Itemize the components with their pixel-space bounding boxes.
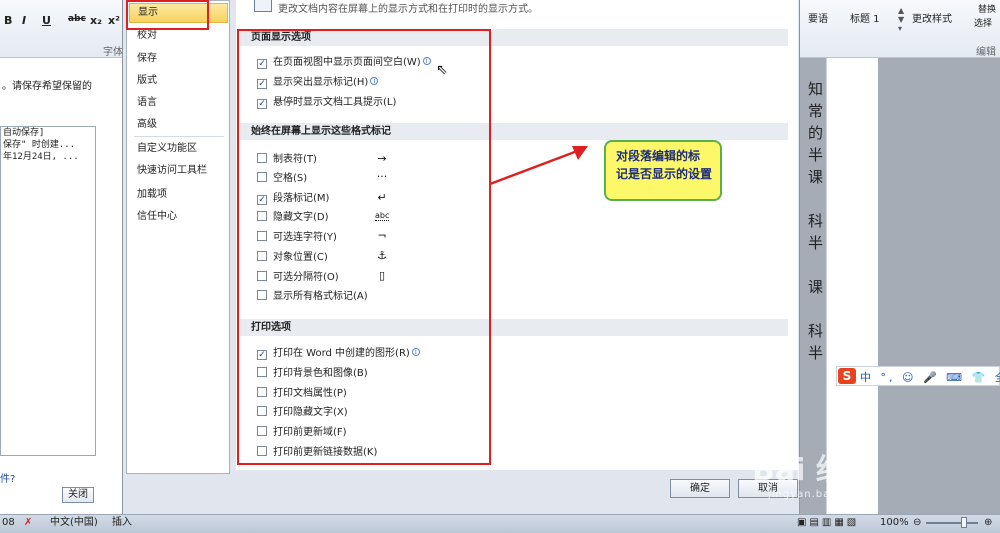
display-page-icon [254, 0, 272, 12]
view-buttons[interactable]: ▣▤▥▦▧ [797, 516, 859, 530]
proofing-icon[interactable]: ✗ [24, 516, 32, 530]
underline-button[interactable]: U [42, 14, 51, 27]
document-line: 半 [808, 234, 824, 252]
list-item[interactable]: 年12月24日, ... [1, 151, 95, 163]
highlight-box-display [126, 0, 209, 30]
bold-button[interactable]: B [4, 14, 12, 27]
status-language[interactable]: 中文(中国) [50, 516, 98, 530]
ribbon-styles-group: 要语 标题 1 ▲ ▼ ▾ 更改样式 替换 选择 编辑 [800, 0, 1000, 58]
callout-line: 对段落编辑的标 [616, 149, 701, 163]
close-button[interactable]: 关闭 [62, 487, 94, 503]
document-line: 课 [808, 278, 824, 296]
annotation-callout: 对段落编辑的标 记是否显示的设置 [604, 140, 722, 201]
status-page-number[interactable]: 08 [2, 516, 15, 530]
nav-item-trust-center[interactable]: 信任中心 [137, 209, 177, 225]
change-styles-button[interactable]: 更改样式 [912, 10, 952, 25]
document-text[interactable]: 知 常 的 半 课 科 半 课 科 半 [808, 78, 838, 364]
nav-item-proofing[interactable]: 校对 [137, 28, 157, 44]
status-insert-mode[interactable]: 插入 [112, 516, 132, 530]
nav-item-customize-ribbon[interactable]: 自定义功能区 [137, 141, 197, 157]
autosave-file-list[interactable]: 自动保存] 保存" 时创建... 年12月24日, ... [0, 126, 96, 456]
document-line: 科 [808, 322, 824, 340]
nav-separator [134, 136, 224, 137]
list-item[interactable]: 保存" 时创建... [1, 139, 95, 151]
annotation-arrow [489, 146, 588, 186]
ok-button[interactable]: 确定 [670, 479, 730, 498]
help-link[interactable]: 件? [0, 470, 15, 485]
sogou-logo-icon[interactable]: S [838, 368, 856, 384]
watermark-url: jingyan.baidu.com [768, 489, 878, 500]
nav-item-language[interactable]: 语言 [137, 95, 157, 111]
nav-item-save[interactable]: 保存 [137, 51, 157, 67]
nav-item-addins[interactable]: 加载项 [137, 187, 167, 203]
select-button[interactable]: 选择 [974, 16, 992, 29]
style-gallery-item[interactable]: 要语 [808, 10, 828, 25]
replace-button[interactable]: 替换 [978, 2, 996, 15]
document-line: 课 [808, 168, 824, 186]
document-line: 科 [808, 212, 824, 230]
ime-buttons[interactable]: 中 °, ☺ 🎤 ⌨ 👕 全 [860, 369, 1000, 385]
document-line: 的 [808, 124, 824, 142]
ribbon-group-label: 编辑 [976, 47, 996, 58]
highlight-box-formatting [237, 29, 491, 465]
italic-button[interactable]: I [22, 14, 26, 27]
ribbon-group-label: 字体 [103, 47, 123, 58]
nav-item-quick-access[interactable]: 快速访问工具栏 [137, 163, 207, 179]
list-item[interactable]: 自动保存] [1, 127, 95, 139]
nav-item-advanced[interactable]: 高级 [137, 117, 157, 133]
autosave-hint-text: 。请保存希望保留的 [2, 81, 92, 92]
document-line: 常 [808, 102, 824, 120]
page-description: 更改文档内容在屏幕上的显示方式和在打印时的显示方式。 [278, 4, 538, 15]
watermark-logo: Bai 经验 [752, 453, 876, 488]
nav-item-layout[interactable]: 版式 [137, 73, 157, 89]
strikethrough-button[interactable]: abc [68, 14, 86, 24]
document-line: 知 [808, 80, 824, 98]
callout-line: 记是否显示的设置 [616, 167, 713, 181]
document-line: 半 [808, 344, 824, 362]
zoom-slider[interactable] [926, 522, 978, 524]
zoom-out-icon[interactable]: ⊖ [913, 516, 921, 530]
document-line: 半 [808, 146, 824, 164]
subscript-button[interactable]: x₂ [90, 14, 102, 27]
gallery-scroll-icon[interactable]: ▲ ▼ ▾ [898, 6, 904, 33]
zoom-slider-thumb[interactable] [961, 517, 967, 528]
superscript-button[interactable]: x² [108, 14, 120, 27]
options-nav-panel [126, 0, 230, 474]
zoom-level[interactable]: 100% [880, 516, 909, 530]
zoom-in-icon[interactable]: ⊕ [984, 516, 992, 530]
style-heading1[interactable]: 标题 1 [850, 10, 880, 25]
